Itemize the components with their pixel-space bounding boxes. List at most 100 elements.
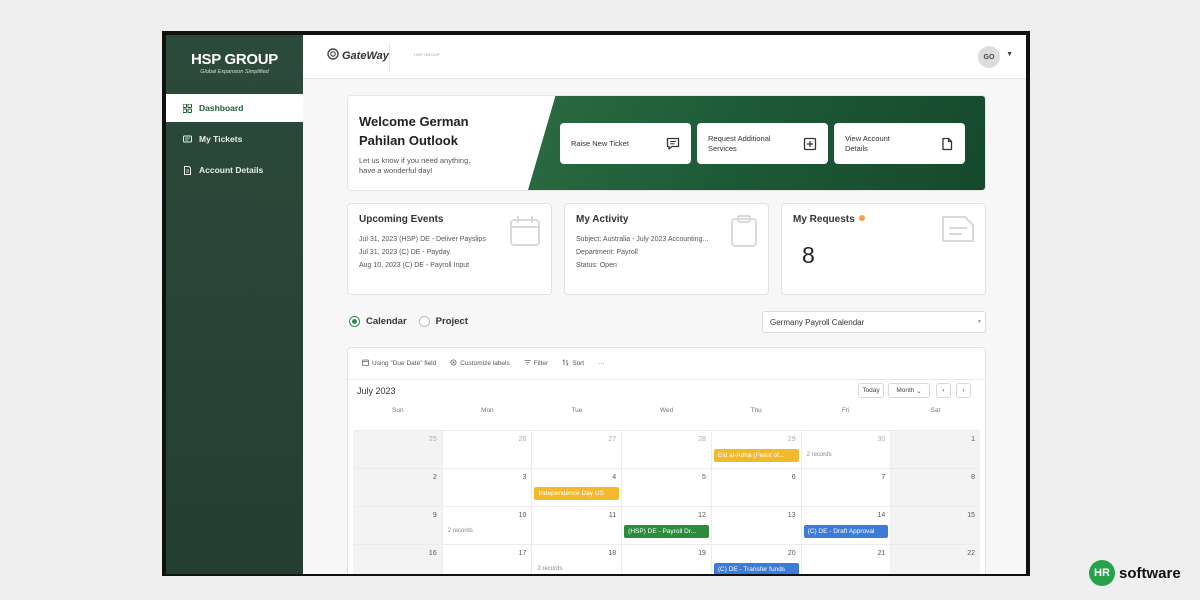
- sidebar-item-dashboard[interactable]: Dashboard: [166, 94, 303, 122]
- hr-badge: HR: [1089, 560, 1115, 586]
- calendar-radio-label[interactable]: Calendar: [366, 316, 407, 327]
- ticket-icon: [183, 135, 192, 144]
- user-avatar[interactable]: GO: [978, 46, 1000, 68]
- calendar-day-number: 30: [877, 436, 886, 443]
- raise-new-ticket-button[interactable]: Raise New Ticket: [560, 123, 691, 164]
- watermark-text: software: [1119, 564, 1181, 582]
- calendar-day-cell[interactable]: 2: [353, 469, 443, 506]
- calendar-day-cell[interactable]: 15: [891, 507, 981, 544]
- top-bar: GateWay HSP GROUP GO ▼: [303, 35, 1026, 79]
- calendar-event[interactable]: (HSP) DE - Payroll Dr...: [624, 525, 709, 538]
- calendar-day-cell[interactable]: 13: [712, 507, 802, 544]
- calendar-day-cell[interactable]: 14 (C) DE - Draft Approval: [802, 507, 892, 544]
- calendar-event[interactable]: (C) DE - Draft Approval: [803, 525, 889, 538]
- calendar-day-cell[interactable]: 25: [353, 431, 443, 468]
- calendar-toolbar: Using "Due Date" field Customize labels …: [348, 348, 985, 380]
- calendar-radio[interactable]: [349, 316, 360, 327]
- calendar-event[interactable]: (C) DE - Transfer funds: [713, 563, 799, 574]
- brand-logo[interactable]: HSP GROUP Global Expansion Simplified: [166, 35, 303, 91]
- calendar-event[interactable]: Eid al-Adha (Feast of...: [713, 449, 799, 462]
- calendar-day-cell[interactable]: 27: [532, 431, 623, 468]
- calendar-day-cell[interactable]: 29 Eid al-Adha (Feast of...: [712, 431, 802, 468]
- due-date-field-button[interactable]: Using "Due Date" field: [362, 359, 436, 368]
- calendar-day-cell[interactable]: 1: [891, 431, 981, 468]
- calendar-day-cell[interactable]: 10 2 records: [443, 507, 533, 544]
- sidebar-item-my-tickets[interactable]: My Tickets: [166, 125, 303, 153]
- calendar-day-cell[interactable]: 28: [622, 431, 712, 468]
- calendar-day-cell[interactable]: 18 2 records: [532, 545, 623, 574]
- calendar-day-cell[interactable]: 21: [802, 545, 892, 574]
- calendar-day-number: 8: [971, 474, 976, 481]
- sort-button[interactable]: Sort: [562, 358, 584, 368]
- calendar-day-number: 26: [518, 436, 527, 443]
- calendar-day-cell[interactable]: 17: [443, 545, 533, 574]
- calendar-day-cell[interactable]: 5: [622, 469, 712, 506]
- calendar-week-row: 16 17 18 2 records 19 20 (C) DE - Transfer fun…: [353, 544, 981, 574]
- project-radio-label[interactable]: Project: [436, 316, 468, 327]
- calendar-day-cell[interactable]: 20 (C) DE - Transfer funds: [712, 545, 802, 574]
- action-label-line: Request Additional: [708, 133, 771, 143]
- calendar-records-count[interactable]: 2 records: [807, 452, 832, 458]
- file-icon: [940, 137, 954, 151]
- calendar-day-number: 11: [608, 512, 617, 519]
- filter-label: Filter: [533, 360, 549, 367]
- customize-labels-button[interactable]: Customize labels: [450, 359, 510, 368]
- welcome-text: Welcome German Pahilan Outlook Let us kn…: [348, 96, 538, 190]
- sidebar-nav: Dashboard My Tickets Account Details: [166, 94, 303, 184]
- calendar-records-count[interactable]: 2 records: [537, 566, 562, 572]
- calendar-day-cell[interactable]: 3: [443, 469, 533, 506]
- dow-sat: Sat: [930, 407, 941, 414]
- calendar-day-cell[interactable]: 11: [532, 507, 623, 544]
- calendar-day-number: 10: [518, 512, 527, 519]
- calendar-day-cell[interactable]: 30 2 records: [802, 431, 892, 468]
- chevron-down-icon[interactable]: ▼: [1006, 51, 1013, 58]
- month-view-label: Month: [896, 387, 915, 394]
- calendar-day-cell[interactable]: 22: [891, 545, 981, 574]
- calendar-day-cell[interactable]: 26: [443, 431, 533, 468]
- upcoming-events-card[interactable]: Upcoming Events Jul 31, 2023 (HSP) DE - …: [347, 203, 552, 295]
- calendar-event[interactable]: Independence Day US: [534, 487, 620, 500]
- calendar-day-cell[interactable]: 19: [622, 545, 712, 574]
- welcome-sub-line: Let us know if you need anything,: [359, 156, 471, 165]
- action-label: Raise New Ticket: [571, 139, 629, 149]
- gateway-logo[interactable]: GateWay: [327, 48, 389, 63]
- notification-dot: [858, 215, 865, 221]
- calendar-day-cell[interactable]: 7: [802, 469, 892, 506]
- welcome-title-line: Welcome German: [359, 114, 469, 129]
- calendar-day-cell[interactable]: 6: [712, 469, 802, 506]
- sort-icon: [562, 358, 569, 368]
- activity-line: Status: Open: [576, 262, 617, 269]
- today-button[interactable]: Today: [858, 383, 884, 398]
- project-radio[interactable]: [418, 316, 430, 327]
- my-requests-count: 8: [802, 242, 815, 268]
- calendar-day-number: 29: [787, 436, 796, 443]
- brand-tagline: Global Expansion Simplified: [200, 69, 269, 75]
- more-options-button[interactable]: ···: [598, 360, 605, 367]
- calendar-records-count[interactable]: 2 records: [448, 528, 473, 534]
- filter-button[interactable]: Filter: [524, 359, 548, 368]
- my-requests-card[interactable]: My Requests 8: [781, 203, 986, 295]
- calendar-day-cell[interactable]: 4 Independence Day US: [532, 469, 623, 506]
- calendar-day-number: 1: [971, 436, 976, 443]
- calendar-day-number: 27: [608, 436, 617, 443]
- prev-month-button[interactable]: ‹: [936, 383, 951, 398]
- month-view-select[interactable]: Month ⌄: [888, 383, 930, 398]
- calendar-day-cell[interactable]: 12 (HSP) DE - Payroll Dr...: [622, 507, 712, 544]
- action-label-line: Details: [845, 143, 868, 153]
- sidebar-item-account-details[interactable]: Account Details: [166, 156, 303, 184]
- calendar-day-number: 7: [881, 474, 886, 481]
- dow-tue: Tue: [571, 407, 583, 414]
- days-of-week-row: Sun Mon Tue Wed Thu Fri Sat: [348, 402, 985, 420]
- calendar-day-cell[interactable]: 16: [353, 545, 443, 574]
- calendar-select[interactable]: Germany Payroll Calendar ▾: [762, 311, 986, 333]
- hr-software-watermark: HR software: [1089, 560, 1181, 586]
- calendar-day-cell[interactable]: 9: [353, 507, 443, 544]
- my-activity-card[interactable]: My Activity Subject: Australia - July 20…: [564, 203, 769, 295]
- calendar-day-cell[interactable]: 8: [891, 469, 981, 506]
- dow-fri: Fri: [841, 407, 850, 414]
- view-account-details-button[interactable]: View Account Details: [834, 123, 965, 164]
- request-additional-services-button[interactable]: Request Additional Services: [697, 123, 828, 164]
- dow-thu: Thu: [750, 407, 762, 414]
- next-month-button[interactable]: ›: [956, 383, 971, 398]
- calendar-day-number: 19: [698, 550, 706, 557]
